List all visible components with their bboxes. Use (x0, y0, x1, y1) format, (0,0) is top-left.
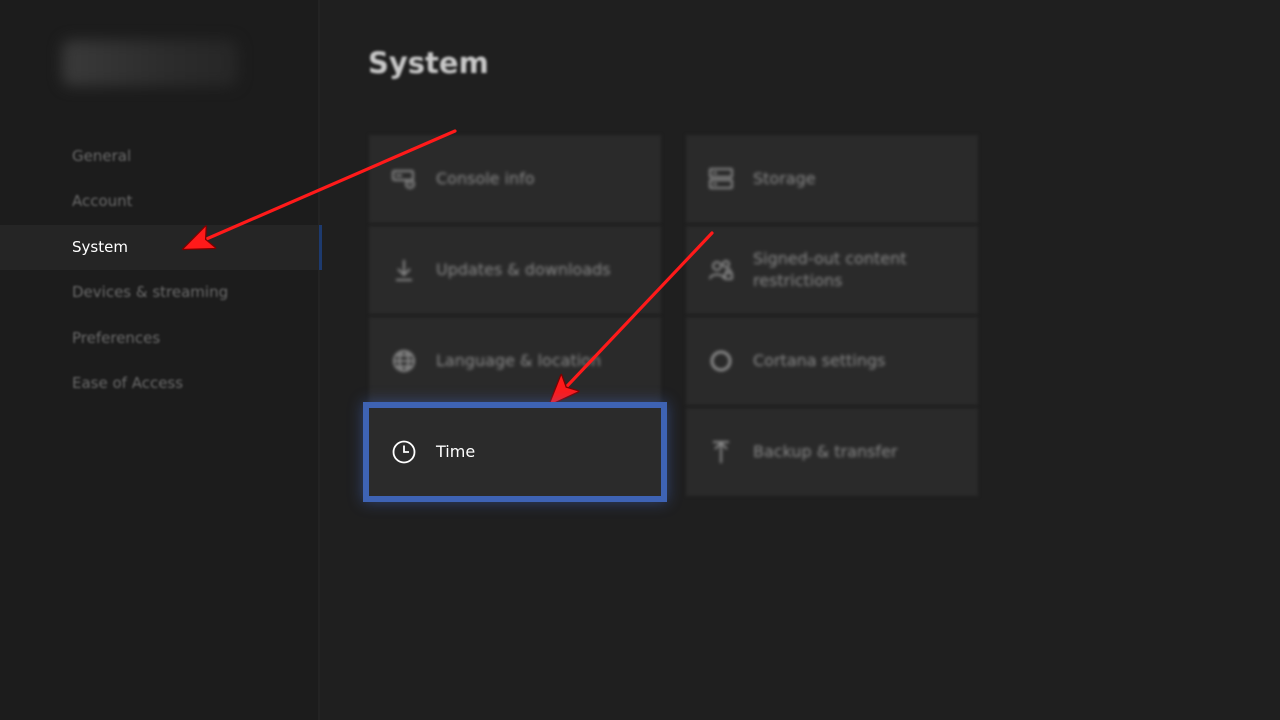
cortana-icon (708, 348, 734, 374)
clock-icon (391, 439, 417, 465)
settings-page: General Account System Devices & streami… (0, 0, 1280, 720)
sidebar-item-ease-of-access[interactable]: Ease of Access (0, 361, 322, 406)
sidebar-item-system[interactable]: System (0, 224, 322, 271)
tile-console-info[interactable]: Console info (369, 135, 661, 223)
sidebar-item-account[interactable]: Account (0, 179, 322, 224)
people-lock-icon (708, 257, 734, 283)
tile-language-location[interactable]: Language & location (369, 317, 661, 405)
globe-icon (391, 348, 417, 374)
console-icon (391, 166, 417, 192)
tile-storage[interactable]: Storage (686, 135, 978, 223)
storage-icon (708, 166, 734, 192)
page-title: System (368, 46, 489, 80)
tile-label: Cortana settings (753, 351, 886, 370)
sidebar-nav: General Account System Devices & streami… (0, 134, 322, 406)
tile-label: Storage (753, 169, 816, 188)
tile-signed-out-content-restrictions[interactable]: Signed-out content restrictions (686, 226, 978, 314)
tile-label: Time (436, 442, 476, 461)
gamertag-blurred (62, 40, 238, 86)
sidebar-item-devices-streaming[interactable]: Devices & streaming (0, 270, 322, 315)
download-icon (391, 257, 417, 283)
tile-updates-downloads[interactable]: Updates & downloads (369, 226, 661, 314)
tile-label: Console info (436, 169, 535, 188)
sidebar-item-preferences[interactable]: Preferences (0, 316, 322, 361)
upload-icon (708, 439, 734, 465)
tile-label: Language & location (436, 351, 602, 370)
tile-label: Updates & downloads (436, 260, 611, 279)
tile-time[interactable]: Time (363, 402, 667, 502)
tile-cortana-settings[interactable]: Cortana settings (686, 317, 978, 405)
tile-label: Signed-out content restrictions (753, 249, 907, 290)
settings-grid: Console info Storage Updates & downloads… (363, 135, 979, 502)
tile-label: Backup & transfer (753, 442, 898, 461)
sidebar-item-general[interactable]: General (0, 134, 322, 179)
tile-backup-transfer[interactable]: Backup & transfer (686, 408, 978, 496)
sidebar: General Account System Devices & streami… (0, 0, 322, 720)
